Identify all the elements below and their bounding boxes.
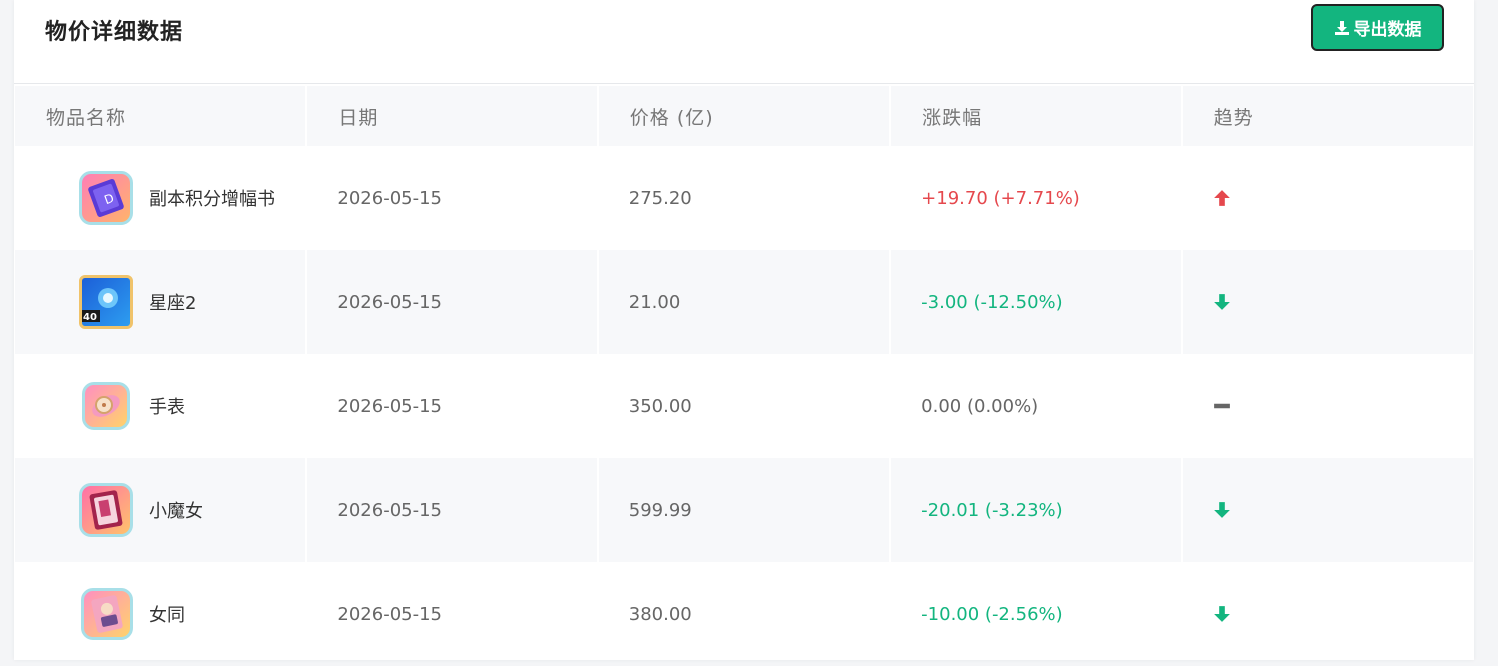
price-cell: 599.99 xyxy=(598,458,890,562)
arrow-down-icon xyxy=(1213,502,1230,518)
download-icon xyxy=(1334,20,1349,35)
book-icon: D xyxy=(79,171,133,225)
trend-cell xyxy=(1183,146,1473,250)
price-cell: 380.00 xyxy=(628,603,692,625)
column-header-date[interactable]: 日期 xyxy=(307,86,597,146)
svg-text:40: 40 xyxy=(83,312,97,323)
change-cell: 0.00 (0.00%) xyxy=(921,395,1039,417)
column-header-change[interactable]: 涨跌幅 xyxy=(891,86,1181,146)
item-name: 手表 xyxy=(149,397,185,418)
trend-cell xyxy=(1182,250,1473,354)
arrow-up-icon xyxy=(1213,190,1230,206)
date-cell: 2026-05-15 xyxy=(337,187,442,209)
price-cell: 350.00 xyxy=(628,395,692,417)
item-name: 小魔女 xyxy=(149,501,203,522)
date-cell: 2026-05-15 xyxy=(307,458,597,562)
trend-cell xyxy=(1183,354,1473,458)
minus-icon xyxy=(1213,403,1230,409)
item-name: 副本积分增幅书 xyxy=(149,189,275,210)
export-data-button[interactable]: 导出数据 xyxy=(1311,4,1444,51)
trend-cell xyxy=(1183,562,1473,666)
item-cell: 女同 xyxy=(15,562,305,666)
portrait-card-icon xyxy=(81,588,133,640)
table-row[interactable]: D 副本积分增幅书 2026-05-15 275.20 +19.70 (+7.7… xyxy=(15,146,1473,250)
watch-icon xyxy=(82,382,130,430)
item-cell: 40 星座2 xyxy=(15,250,306,354)
date-cell: 2026-05-15 xyxy=(337,395,442,417)
item-cell: 小魔女 xyxy=(15,458,306,562)
date-cell: 2026-05-15 xyxy=(337,603,442,625)
change-cell: +19.70 (+7.71%) xyxy=(921,187,1080,209)
change-cell: -20.01 (-3.23%) xyxy=(891,458,1181,562)
table-row[interactable]: 40 星座2 2026-05-15 21.00 -3.00 (-12.50%) xyxy=(15,250,1473,354)
arrow-down-icon xyxy=(1213,606,1230,622)
table-row[interactable]: 手表 2026-05-15 350.00 0.00 (0.00%) xyxy=(15,354,1473,458)
witch-card-icon xyxy=(79,483,133,537)
price-detail-card: 物价详细数据 导出数据 物品名称 日期 价格 (亿) 涨跌幅 趋势 D 副本积分… xyxy=(14,0,1474,660)
column-header-name[interactable]: 物品名称 xyxy=(15,86,306,146)
change-cell: -3.00 (-12.50%) xyxy=(891,250,1181,354)
column-header-trend[interactable]: 趋势 xyxy=(1182,86,1473,146)
change-cell: -10.00 (-2.56%) xyxy=(921,603,1063,625)
price-cell: 275.20 xyxy=(628,187,692,209)
price-cell: 21.00 xyxy=(598,250,890,354)
table-row[interactable]: 女同 2026-05-15 380.00 -10.00 (-2.56%) xyxy=(15,562,1473,666)
item-name: 星座2 xyxy=(149,293,197,314)
price-table: 物品名称 日期 价格 (亿) 涨跌幅 趋势 D 副本积分增幅书 2026-05-… xyxy=(13,86,1475,666)
arrow-down-icon xyxy=(1213,294,1230,310)
trend-cell xyxy=(1182,458,1473,562)
column-header-price[interactable]: 价格 (亿) xyxy=(598,86,890,146)
export-data-label: 导出数据 xyxy=(1353,20,1422,40)
table-header-row: 物品名称 日期 价格 (亿) 涨跌幅 趋势 xyxy=(15,86,1473,146)
item-cell: 手表 xyxy=(15,354,305,458)
page-title: 物价详细数据 xyxy=(45,20,184,45)
table-row[interactable]: 小魔女 2026-05-15 599.99 -20.01 (-3.23%) xyxy=(15,458,1473,562)
card-icon: 40 xyxy=(79,275,133,329)
item-cell: D 副本积分增幅书 xyxy=(15,146,305,250)
card-header: 物价详细数据 导出数据 xyxy=(14,0,1474,84)
item-name: 女同 xyxy=(149,605,185,626)
date-cell: 2026-05-15 xyxy=(307,250,597,354)
